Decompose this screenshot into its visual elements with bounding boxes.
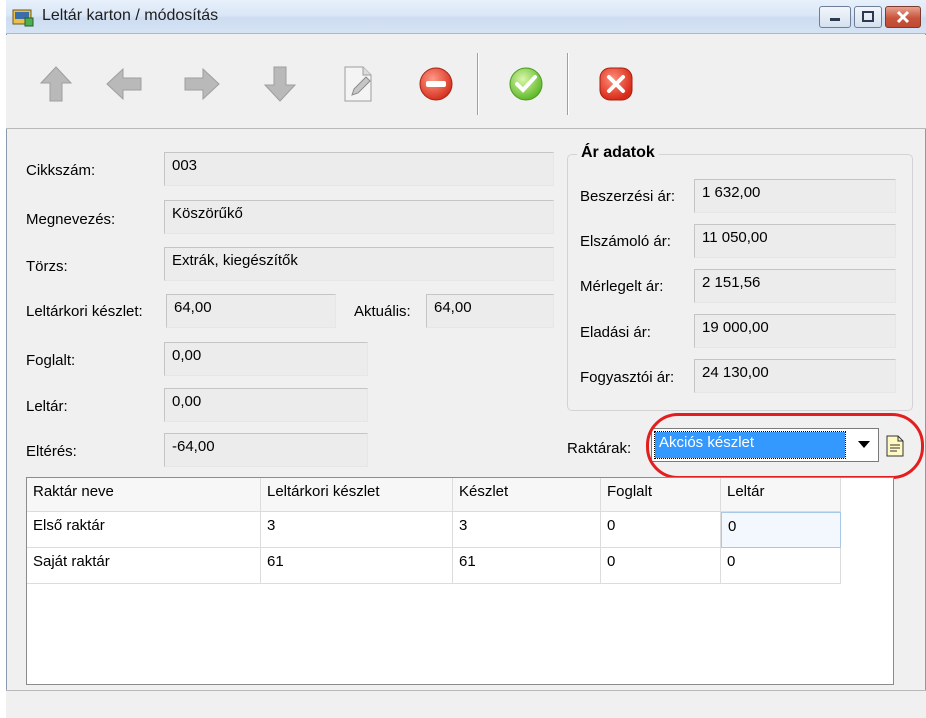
aktualis-label: Aktuális: — [354, 303, 411, 320]
arrow-right-icon — [184, 67, 220, 101]
arrow-up-icon — [39, 66, 73, 102]
close-button[interactable] — [885, 6, 921, 28]
warehouse-grid[interactable]: Raktár neve Leltárkori készlet Készlet F… — [26, 477, 894, 685]
cancel-icon — [599, 67, 633, 101]
table-row-cell-editing[interactable]: 0 — [721, 512, 841, 548]
eladasi-ar-label: Eladási ár: — [580, 324, 651, 341]
table-row-cell[interactable]: 0 — [601, 548, 721, 584]
ok-button[interactable] — [504, 60, 548, 108]
maximize-button[interactable] — [854, 6, 882, 28]
move-up-button[interactable] — [34, 60, 78, 108]
raktarak-label: Raktárak: — [567, 440, 632, 457]
edit-button[interactable] — [336, 60, 380, 108]
price-group-title: Ár adatok — [577, 144, 659, 162]
leltar-field[interactable]: 0,00 — [164, 388, 368, 422]
torzs-label: Törzs: — [26, 258, 68, 275]
arrow-left-icon — [106, 67, 142, 101]
status-bar — [6, 690, 926, 718]
move-down-button[interactable] — [258, 60, 302, 108]
minimize-icon — [820, 7, 850, 27]
fogyasztoi-ar-label: Fogyasztói ár: — [580, 369, 675, 386]
maximize-icon — [855, 7, 881, 27]
cikkszam-label: Cikkszám: — [26, 162, 96, 179]
app-icon — [12, 7, 34, 27]
remove-icon — [419, 67, 453, 101]
eladasi-ar-field[interactable]: 19 000,00 — [694, 314, 896, 348]
toolbar-separator — [567, 53, 569, 115]
beszerzesi-ar-field[interactable]: 1 632,00 — [694, 179, 896, 213]
elteres-field[interactable]: -64,00 — [164, 433, 368, 467]
table-row-cell[interactable]: 0 — [601, 512, 721, 548]
table-row-cell[interactable]: 61 — [261, 548, 453, 584]
leltar-label: Leltár: — [26, 398, 68, 415]
toolbar-separator — [477, 53, 479, 115]
merlegelt-ar-field[interactable]: 2 151,56 — [694, 269, 896, 303]
column-header-raktar-neve[interactable]: Raktár neve — [27, 478, 261, 512]
megnevezes-label: Megnevezés: — [26, 211, 116, 228]
foglalt-field[interactable]: 0,00 — [164, 342, 368, 376]
column-header-keszlet[interactable]: Készlet — [453, 478, 601, 512]
edit-document-icon — [344, 66, 372, 102]
ok-check-icon — [509, 67, 543, 101]
highlight-ellipse — [646, 413, 924, 479]
torzs-value: Extrák, kiegészítők — [172, 252, 298, 269]
elteres-label: Eltérés: — [26, 443, 77, 460]
merlegelt-ar-label: Mérlegelt ár: — [580, 278, 664, 295]
table-row-cell[interactable]: 0 — [721, 548, 841, 584]
foglalt-label: Foglalt: — [26, 352, 76, 369]
minimize-button[interactable] — [819, 6, 851, 28]
window-title: Leltár karton / módosítás — [42, 7, 219, 24]
move-left-button[interactable] — [102, 60, 146, 108]
close-icon — [886, 7, 920, 27]
column-header-foglalt[interactable]: Foglalt — [601, 478, 721, 512]
fogyasztoi-ar-field[interactable]: 24 130,00 — [694, 359, 896, 393]
table-row-cell[interactable]: Első raktár — [27, 512, 261, 548]
elszamolo-ar-field[interactable]: 11 050,00 — [694, 224, 896, 258]
table-row-cell[interactable]: Saját raktár — [27, 548, 261, 584]
leltarkori-keszlet-field[interactable]: 64,00 — [166, 294, 336, 328]
table-row-cell[interactable]: 61 — [453, 548, 601, 584]
cikkszam-field[interactable]: 003 — [164, 152, 554, 186]
leltarkori-keszlet-label: Leltárkori készlet: — [26, 303, 143, 320]
column-header-leltar[interactable]: Leltár — [721, 478, 841, 512]
delete-button[interactable] — [414, 60, 458, 108]
beszerzesi-ar-label: Beszerzési ár: — [580, 188, 676, 205]
column-header-leltarkori-keszlet[interactable]: Leltárkori készlet — [261, 478, 453, 512]
torzs-field[interactable]: Extrák, kiegészítők — [164, 247, 554, 281]
table-row-cell[interactable]: 3 — [261, 512, 453, 548]
arrow-down-icon — [263, 66, 297, 102]
cancel-button[interactable] — [594, 60, 638, 108]
table-row-cell[interactable]: 3 — [453, 512, 601, 548]
elszamolo-ar-label: Elszámoló ár: — [580, 233, 671, 250]
move-right-button[interactable] — [180, 60, 224, 108]
aktualis-field[interactable]: 64,00 — [426, 294, 554, 328]
megnevezes-field[interactable]: Köszörűkő — [164, 200, 554, 234]
